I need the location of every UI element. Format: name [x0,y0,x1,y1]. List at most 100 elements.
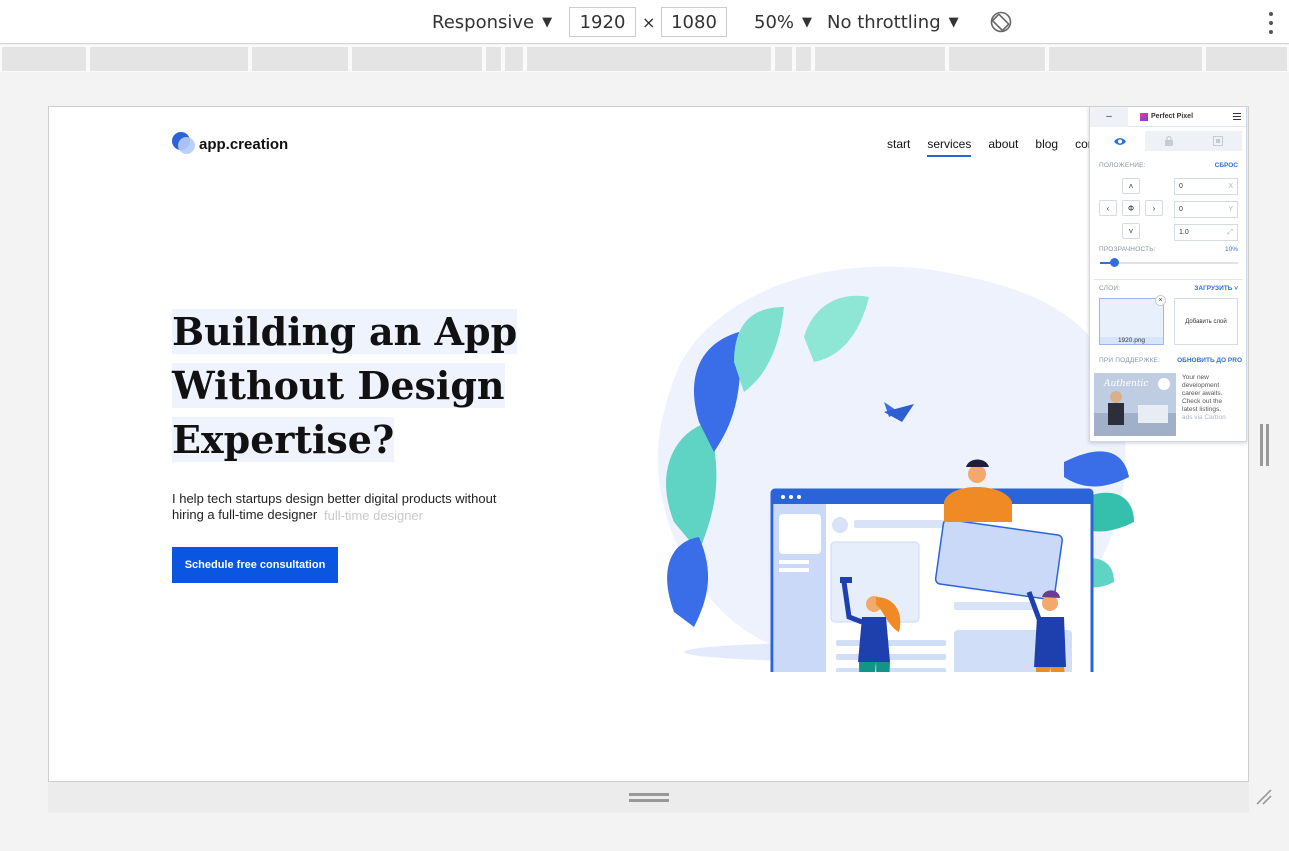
layers-label: СЛОИ: [1099,285,1121,292]
zoom-dropdown[interactable]: 50% ▼ [754,0,812,44]
center-button[interactable]: Ф [1122,200,1140,216]
move-right-button[interactable]: › [1145,200,1163,216]
media-query-segment[interactable] [2,47,86,71]
media-query-segment[interactable] [486,47,501,71]
height-input[interactable]: 1080 [661,7,727,37]
ad-copy[interactable]: Your new development career awaits. Chec… [1182,374,1244,422]
x-position-field[interactable]: 0 X [1174,178,1238,195]
width-resize-handle[interactable] [1260,424,1270,466]
headline-line: Building an App [172,309,518,354]
media-query-segment[interactable] [90,47,248,71]
move-left-button[interactable]: ‹ [1099,200,1117,216]
device-toolbar: Responsive ▼ 1920 × 1080 50% ▼ No thrott… [0,0,1289,44]
media-query-segment[interactable] [527,47,771,71]
upload-label: ЗАГРУЗИТЬ [1194,285,1233,292]
layer-thumbnail[interactable]: × 1920.png [1099,295,1166,345]
position-label: ПОЛОЖЕНИЕ: [1099,162,1146,169]
dropdown-arrow-icon: ▼ [948,14,959,30]
y-position-field[interactable]: 0 Y [1174,201,1238,218]
chevron-left-icon: ‹ [1106,203,1110,213]
nav-blog[interactable]: blog [1035,137,1058,157]
ad-brand-text: Authentic [1103,379,1148,389]
schedule-consultation-button[interactable]: Schedule free consultation [172,547,338,583]
headline-line: Without Design [172,363,505,408]
eye-icon [1114,137,1127,145]
nav-services[interactable]: services [927,137,972,157]
scale-field[interactable]: 1.0 ⤢ [1174,224,1238,241]
opacity-value: 10% [1224,246,1238,253]
device-mode-label: Responsive [432,11,535,33]
y-axis-label: Y [1228,206,1233,213]
opacity-slider[interactable] [1100,258,1238,267]
chevron-right-icon: › [1152,203,1156,213]
ad-line: latest listings. [1182,406,1222,413]
perfect-pixel-logo-icon [1140,112,1148,121]
media-query-segment[interactable] [796,47,811,71]
layer-name: 1920.png [1100,337,1163,344]
perfect-pixel-title-text: Perfect Pixel [1151,113,1194,120]
lock-icon [1165,136,1173,146]
height-resize-handle[interactable] [629,793,669,803]
media-query-segment[interactable] [352,47,482,71]
main-nav: start services about blog con [887,137,1094,157]
media-query-segment[interactable] [1049,47,1202,71]
ad-line: Check out the [1182,398,1223,405]
throttling-dropdown[interactable]: No throttling ▼ [827,0,959,44]
ad-via: ads via Carbon [1182,414,1226,421]
resize-icon: ⤢ [1227,228,1233,236]
tab-visibility[interactable] [1096,131,1145,151]
tab-lock[interactable] [1145,131,1194,151]
chevron-down-icon: ˅ [1128,226,1134,236]
y-position-value: 0 [1179,206,1183,213]
add-layer-button[interactable]: Добавить слой [1174,298,1238,345]
tab-overlay[interactable] [1193,131,1242,151]
logo-icon [172,132,196,156]
more-options-icon[interactable] [1269,12,1275,34]
throttling-label: No throttling [827,11,941,33]
media-query-segment[interactable] [815,47,945,71]
hamburger-menu-icon[interactable] [1233,113,1241,122]
overlay-icon [1212,136,1223,146]
overlay-ghost-text: full-time designer [324,508,423,523]
device-viewport: app.creation start services about blog c… [48,106,1249,782]
upload-button[interactable]: ЗАГРУЗИТЬ ˅ [1194,285,1238,292]
opacity-slider-handle[interactable] [1109,258,1119,267]
perfect-pixel-title: Perfect Pixel [1140,112,1194,121]
subtitle-line: I help tech startups design better digit… [172,491,497,506]
ad-line: career awaits. [1182,390,1223,397]
hero-illustration [657,266,1134,672]
x-axis-label: X [1228,183,1233,190]
ad-image[interactable]: Authentic [1094,373,1176,436]
media-query-segment[interactable] [505,47,523,71]
ad-line: Your new [1182,374,1209,381]
x-position-value: 0 [1179,183,1183,190]
move-down-button[interactable]: ˅ [1122,223,1140,239]
media-query-segment[interactable] [1206,47,1287,71]
rotate-button[interactable] [989,0,1013,44]
media-query-segment[interactable] [949,47,1045,71]
reset-link[interactable]: СБРОС [1215,162,1238,169]
perfect-pixel-header: – Perfect Pixel [1090,107,1246,127]
minimize-button[interactable]: – [1090,107,1128,127]
opacity-label: ПРОЗРАЧНОСТЬ: [1099,246,1156,253]
hero-headline: Building an App Without Design Expertise… [172,305,592,467]
scale-value: 1.0 [1179,229,1189,236]
media-query-segment[interactable] [252,47,348,71]
support-label: ПРИ ПОДДЕРЖКЕ: [1099,357,1161,364]
width-input[interactable]: 1920 [569,7,636,37]
perfect-pixel-tabs [1096,131,1242,151]
media-query-segment[interactable] [775,47,792,71]
nav-about[interactable]: about [988,137,1018,157]
nav-start[interactable]: start [887,137,910,157]
remove-layer-button[interactable]: × [1155,295,1166,306]
site-logo[interactable]: app.creation [172,132,288,156]
chevron-down-icon: ˅ [1234,285,1238,292]
device-mode-dropdown[interactable]: Responsive ▼ [432,0,552,44]
ad-line: development [1182,382,1220,389]
headline-line: Expertise? [172,417,395,462]
dropdown-arrow-icon: ▼ [542,14,553,30]
corner-resize-handle[interactable] [1254,787,1274,807]
media-query-bar [0,45,1289,72]
move-up-button[interactable]: ˄ [1122,178,1140,194]
upgrade-link[interactable]: ОБНОВИТЬ ДО PRO [1177,357,1242,364]
